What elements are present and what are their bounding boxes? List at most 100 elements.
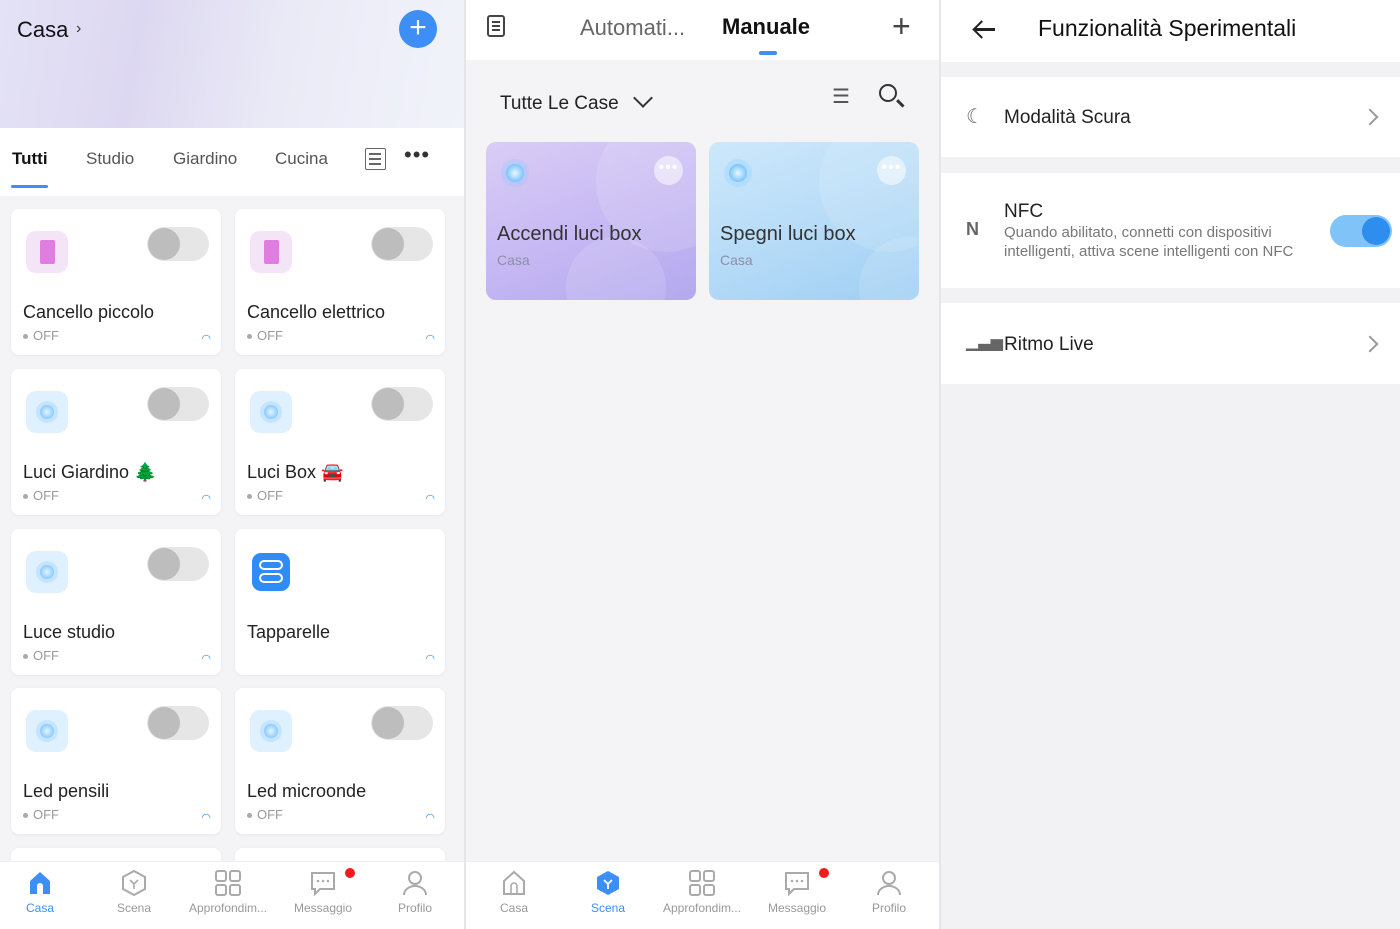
add-icon[interactable]: +: [892, 8, 911, 45]
device-status: OFF: [23, 648, 59, 663]
scene-name: Spegni luci box: [720, 223, 856, 245]
nfc-description: Quando abilitato, connetti con dispositi…: [1004, 224, 1294, 260]
device-card[interactable]: Cancello elettrico OFF ◠: [235, 209, 445, 355]
sort-icon[interactable]: ☰: [832, 84, 850, 109]
device-status: OFF: [23, 807, 59, 822]
home-panel: Casa › + Tutti Studio Giardino Cucina ••…: [0, 0, 464, 929]
device-status: OFF: [247, 328, 283, 343]
home-icon: [503, 870, 525, 895]
wifi-icon: ◠: [201, 493, 211, 505]
equalizer-icon: ▁▃▅: [966, 334, 1003, 351]
device-card[interactable]: Tapparelle ◠: [235, 529, 445, 675]
device-toggle[interactable]: [147, 387, 209, 421]
nav-scena[interactable]: Scena: [86, 868, 182, 915]
chevron-down-icon[interactable]: [633, 88, 653, 108]
more-icon[interactable]: •••: [654, 156, 683, 185]
settings-panel: Funzionalità Sperimentali ☾ Modalità Scu…: [941, 0, 1400, 929]
live-rhythm-row[interactable]: ▁▃▅ Ritmo Live: [941, 303, 1400, 384]
notification-badge: [345, 868, 355, 878]
active-tab-indicator: [759, 51, 777, 55]
device-toggle[interactable]: [371, 387, 433, 421]
nfc-label: NFC: [1004, 201, 1044, 222]
home-title[interactable]: Casa: [17, 17, 68, 43]
scene-card[interactable]: ••• Spegni luci box Casa: [709, 142, 919, 300]
more-icon[interactable]: •••: [877, 156, 906, 185]
more-icon[interactable]: •••: [404, 142, 430, 168]
nav-approfondimenti[interactable]: Approfondim...: [654, 868, 750, 915]
device-card[interactable]: Led microonde OFF ◠: [235, 688, 445, 834]
nav-approfondimenti[interactable]: Approfondim...: [180, 868, 276, 915]
device-card[interactable]: Luci Box 🚘 OFF ◠: [235, 369, 445, 515]
door-icon: [26, 231, 68, 273]
device-status: OFF: [23, 328, 59, 343]
bulb-icon: [26, 710, 68, 752]
home-icon: [30, 872, 50, 894]
bulb-icon: [250, 710, 292, 752]
chevron-right-icon[interactable]: ›: [76, 20, 81, 38]
dark-mode-label: Modalità Scura: [1004, 107, 1131, 128]
scenes-header: Automati... Manuale +: [466, 0, 939, 60]
wifi-icon: ◠: [201, 812, 211, 824]
device-card[interactable]: Luci Giardino 🌲 OFF ◠: [11, 369, 221, 515]
document-icon[interactable]: [487, 15, 505, 37]
list-icon[interactable]: [365, 148, 386, 170]
grid-icon: [689, 870, 715, 896]
nav-profilo[interactable]: Profilo: [841, 868, 937, 915]
add-button[interactable]: +: [399, 10, 437, 48]
tab-cucina[interactable]: Cucina: [275, 149, 328, 169]
tab-studio[interactable]: Studio: [86, 149, 134, 169]
wifi-icon: ◠: [425, 493, 435, 505]
grid-icon: [215, 870, 241, 896]
chevron-right-icon: [1361, 108, 1379, 126]
device-status: OFF: [23, 488, 59, 503]
nav-scena[interactable]: Scena: [560, 868, 656, 915]
bulb-icon: [506, 164, 524, 182]
device-name: Tapparelle: [247, 622, 331, 642]
nav-messaggio[interactable]: Messaggio: [275, 868, 371, 915]
search-icon[interactable]: [879, 84, 897, 102]
wifi-icon: ◠: [425, 653, 435, 665]
nfc-row: N NFC Quando abilitato, connetti con dis…: [941, 173, 1400, 288]
wifi-icon: ◠: [425, 812, 435, 824]
device-card[interactable]: Cancello piccolo OFF ◠: [11, 209, 221, 355]
device-card[interactable]: Luce studio OFF ◠: [11, 529, 221, 675]
device-toggle[interactable]: [147, 706, 209, 740]
bottom-nav: Casa Scena Approfondim... Messaggio Prof…: [0, 861, 464, 929]
device-toggle[interactable]: [147, 547, 209, 581]
device-status: OFF: [247, 807, 283, 822]
tab-manuale[interactable]: Manuale: [722, 14, 810, 40]
scene-icon: [122, 869, 146, 897]
door-icon: [250, 231, 292, 273]
device-name: Luce studio: [23, 622, 116, 642]
device-status: OFF: [247, 488, 283, 503]
switch-icon: [250, 551, 292, 593]
nfc-toggle[interactable]: [1330, 215, 1392, 247]
chevron-right-icon: [1361, 335, 1379, 353]
device-name: Led microonde: [247, 781, 367, 801]
device-card[interactable]: Led pensili OFF ◠: [11, 688, 221, 834]
device-toggle[interactable]: [147, 227, 209, 261]
nav-casa[interactable]: Casa: [466, 868, 562, 915]
nav-profilo[interactable]: Profilo: [367, 868, 463, 915]
bulb-icon: [250, 391, 292, 433]
nfc-icon: N: [966, 219, 979, 239]
live-rhythm-label: Ritmo Live: [1004, 334, 1094, 355]
nav-casa[interactable]: Casa: [0, 868, 88, 915]
device-toggle[interactable]: [371, 706, 433, 740]
scene-icon: [597, 871, 619, 895]
tab-giardino[interactable]: Giardino: [173, 149, 237, 169]
device-name: Led pensili: [23, 781, 110, 801]
back-arrow-icon[interactable]: [973, 18, 995, 40]
active-tab-indicator: [11, 185, 48, 188]
device-toggle[interactable]: [371, 227, 433, 261]
home-header: Casa › +: [0, 0, 464, 128]
message-icon: [785, 872, 809, 897]
dark-mode-row[interactable]: ☾ Modalità Scura: [941, 77, 1400, 157]
wifi-icon: ◠: [425, 333, 435, 345]
home-filter[interactable]: Tutte Le Case: [500, 93, 619, 115]
page-title: Funzionalità Sperimentali: [1038, 15, 1297, 41]
tab-automazioni[interactable]: Automati...: [580, 15, 685, 41]
nav-messaggio[interactable]: Messaggio: [749, 868, 845, 915]
tab-tutti[interactable]: Tutti: [12, 149, 48, 169]
scene-card[interactable]: ••• Accendi luci box Casa: [486, 142, 696, 300]
